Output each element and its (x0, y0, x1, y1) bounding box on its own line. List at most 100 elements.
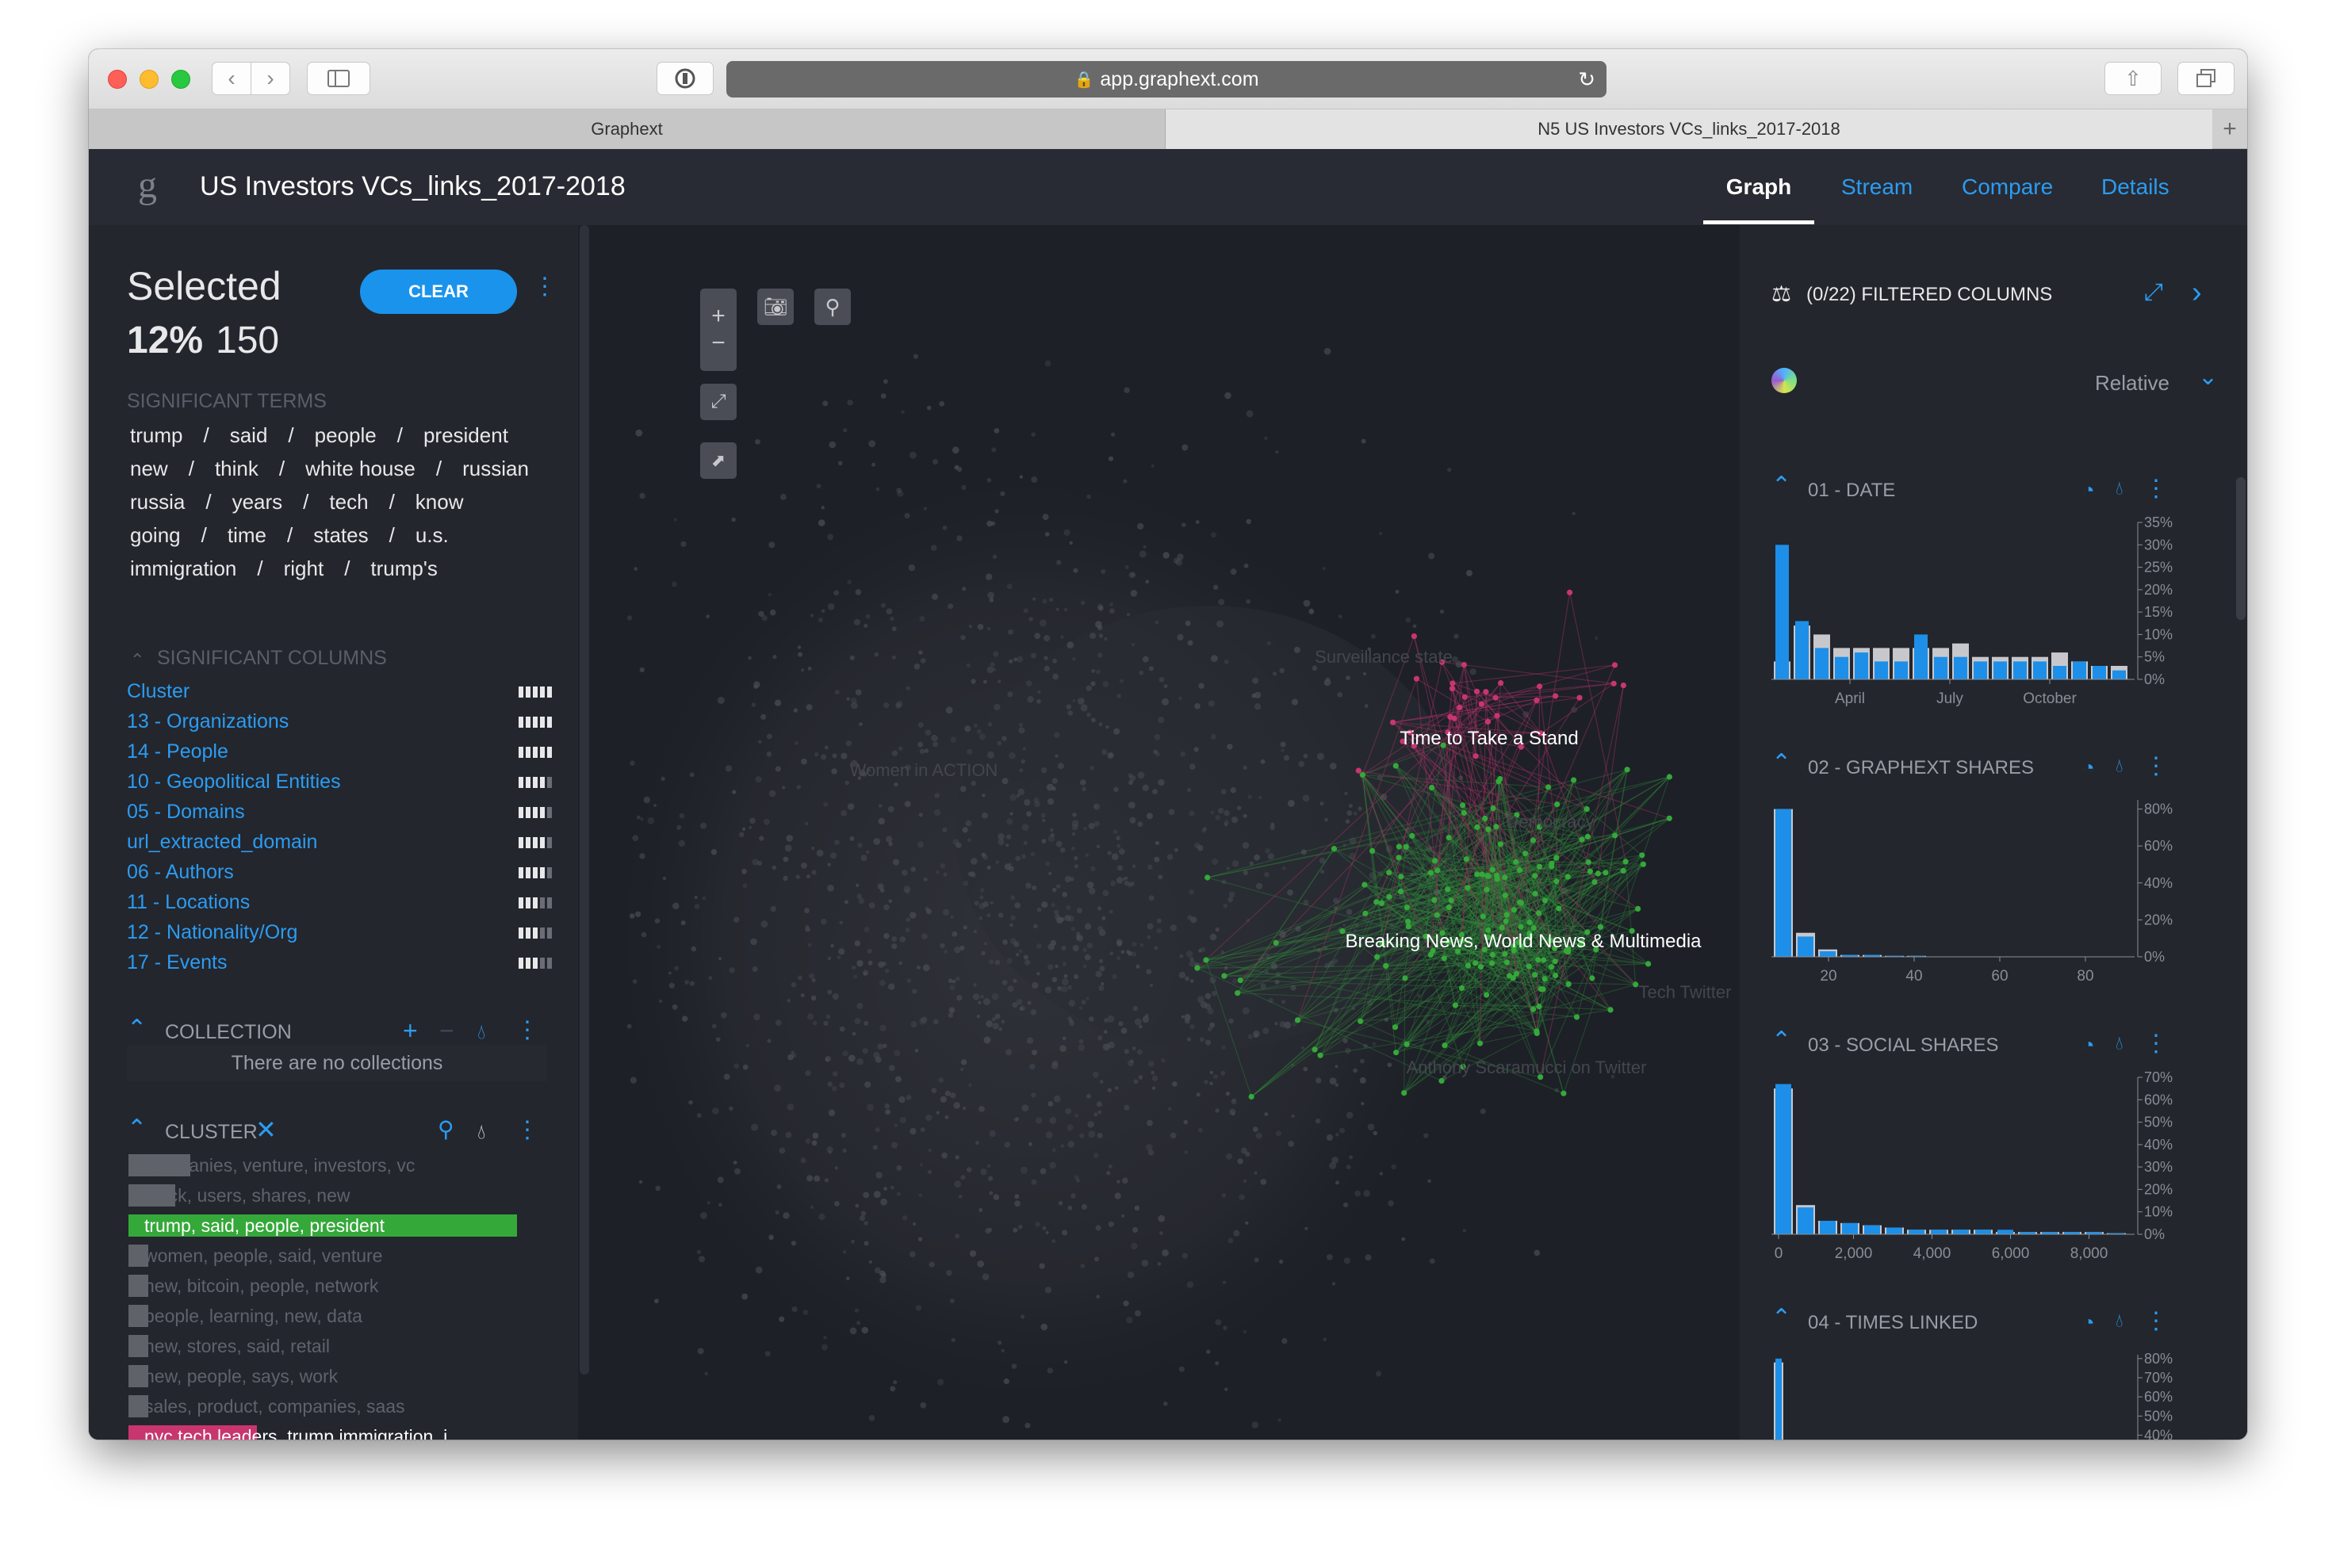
graph-node[interactable] (994, 1013, 1001, 1019)
graph-node[interactable] (1021, 759, 1025, 764)
graph-node[interactable] (1033, 797, 1040, 803)
graph-node[interactable] (827, 862, 831, 866)
graph-node[interactable] (1428, 553, 1435, 560)
graph-node[interactable] (804, 821, 809, 826)
graph-node-selected[interactable] (1497, 841, 1503, 847)
graph-node[interactable] (795, 874, 800, 879)
graph-node[interactable] (630, 760, 635, 766)
graph-node[interactable] (761, 615, 768, 621)
graph-node[interactable] (944, 1090, 951, 1096)
graph-node[interactable] (1317, 752, 1324, 760)
graph-node[interactable] (1245, 1221, 1249, 1225)
graph-node-selected[interactable] (1633, 981, 1639, 988)
graph-node[interactable] (849, 836, 855, 841)
graph-node[interactable] (1052, 1060, 1059, 1066)
graph-node-selected[interactable] (1401, 1090, 1407, 1096)
graph-node[interactable] (1142, 784, 1149, 791)
graph-node[interactable] (1042, 599, 1047, 604)
graph-node[interactable] (793, 708, 798, 713)
graph-node[interactable] (654, 1298, 659, 1304)
graph-node[interactable] (1158, 778, 1165, 786)
graph-node-selected[interactable] (1398, 874, 1404, 880)
graph-node-selected[interactable] (1463, 856, 1469, 862)
graph-node[interactable] (891, 943, 898, 950)
graph-node[interactable] (980, 1168, 987, 1176)
graph-node[interactable] (1346, 675, 1350, 680)
graph-node[interactable] (805, 927, 810, 932)
graph-node[interactable] (1072, 698, 1076, 702)
graph-node[interactable] (854, 940, 861, 947)
graph-node[interactable] (992, 554, 998, 560)
graph-node-selected[interactable] (1513, 970, 1520, 977)
graph-node[interactable] (961, 484, 967, 491)
graph-node[interactable] (956, 535, 963, 541)
graph-node[interactable] (641, 931, 647, 938)
significant-term[interactable]: u.s. (416, 523, 449, 548)
graph-node[interactable] (1153, 749, 1158, 755)
tab-graph[interactable]: Graph (1703, 149, 1814, 225)
graph-node[interactable] (989, 959, 994, 965)
graph-node[interactable] (914, 1049, 919, 1053)
graph-node[interactable] (1168, 809, 1175, 816)
graph-node[interactable] (758, 740, 762, 744)
graph-node[interactable] (982, 1273, 990, 1280)
graph-node[interactable] (1196, 520, 1200, 524)
graph-node[interactable] (1243, 765, 1247, 771)
graph-node[interactable] (749, 817, 756, 824)
graph-node[interactable] (992, 667, 997, 672)
graph-node-selected[interactable] (1390, 719, 1396, 725)
graph-node[interactable] (783, 856, 789, 862)
graph-node[interactable] (880, 393, 887, 399)
graph-node[interactable] (1055, 607, 1059, 611)
graph-node[interactable] (1216, 620, 1224, 628)
graph-node[interactable] (1335, 1083, 1338, 1087)
graph-node[interactable] (1105, 725, 1109, 729)
graph-node[interactable] (986, 477, 992, 483)
graph-node[interactable] (883, 1187, 887, 1191)
graph-node[interactable] (1210, 733, 1216, 740)
graph-node[interactable] (1281, 1000, 1286, 1004)
graph-node[interactable] (928, 1148, 932, 1153)
graph-node[interactable] (998, 839, 1005, 846)
graph-node[interactable] (1067, 1205, 1073, 1210)
graph-node[interactable] (1070, 877, 1074, 882)
graph-node[interactable] (1469, 668, 1476, 675)
graph-node[interactable] (827, 534, 833, 541)
graph-node[interactable] (1189, 810, 1195, 817)
graph-node[interactable] (930, 545, 937, 551)
graph-node[interactable] (1031, 652, 1036, 659)
graph-node[interactable] (989, 598, 994, 602)
graph-node[interactable] (1031, 1179, 1037, 1185)
graph-node[interactable] (1387, 1062, 1392, 1068)
graph-node[interactable] (1102, 681, 1109, 687)
collection-collapse-icon[interactable]: ⌃ (127, 1015, 147, 1042)
graph-node-selected[interactable] (1237, 977, 1243, 984)
graph-node[interactable] (1168, 1107, 1172, 1111)
graph-node[interactable] (827, 603, 835, 610)
graph-node[interactable] (1027, 696, 1034, 703)
graph-node-selected[interactable] (1573, 1014, 1580, 1020)
graph-node[interactable] (1060, 847, 1066, 853)
graph-node[interactable] (954, 1180, 962, 1188)
graph-node[interactable] (867, 948, 872, 954)
graph-node[interactable] (1335, 1065, 1338, 1069)
graph-node[interactable] (920, 1127, 925, 1133)
graph-node[interactable] (1132, 942, 1137, 947)
graph-node[interactable] (1279, 667, 1285, 674)
graph-node[interactable] (710, 849, 718, 855)
graph-node-selected[interactable] (1587, 868, 1593, 874)
graph-node[interactable] (662, 877, 666, 880)
minimize-window-button[interactable] (140, 70, 159, 89)
graph-node[interactable] (888, 899, 893, 904)
graph-node[interactable] (1042, 1226, 1047, 1230)
graph-node-selected[interactable] (1248, 1093, 1254, 1100)
graph-node[interactable] (1220, 789, 1227, 795)
graph-node[interactable] (1029, 1063, 1036, 1070)
graph-node[interactable] (1053, 909, 1059, 916)
graph-node[interactable] (1111, 432, 1116, 437)
graph-node-selected[interactable] (1204, 874, 1211, 881)
graph-node[interactable] (806, 1175, 814, 1182)
graph-node[interactable] (772, 655, 777, 660)
graph-node[interactable] (875, 1172, 883, 1179)
graph-node[interactable] (994, 703, 1001, 711)
